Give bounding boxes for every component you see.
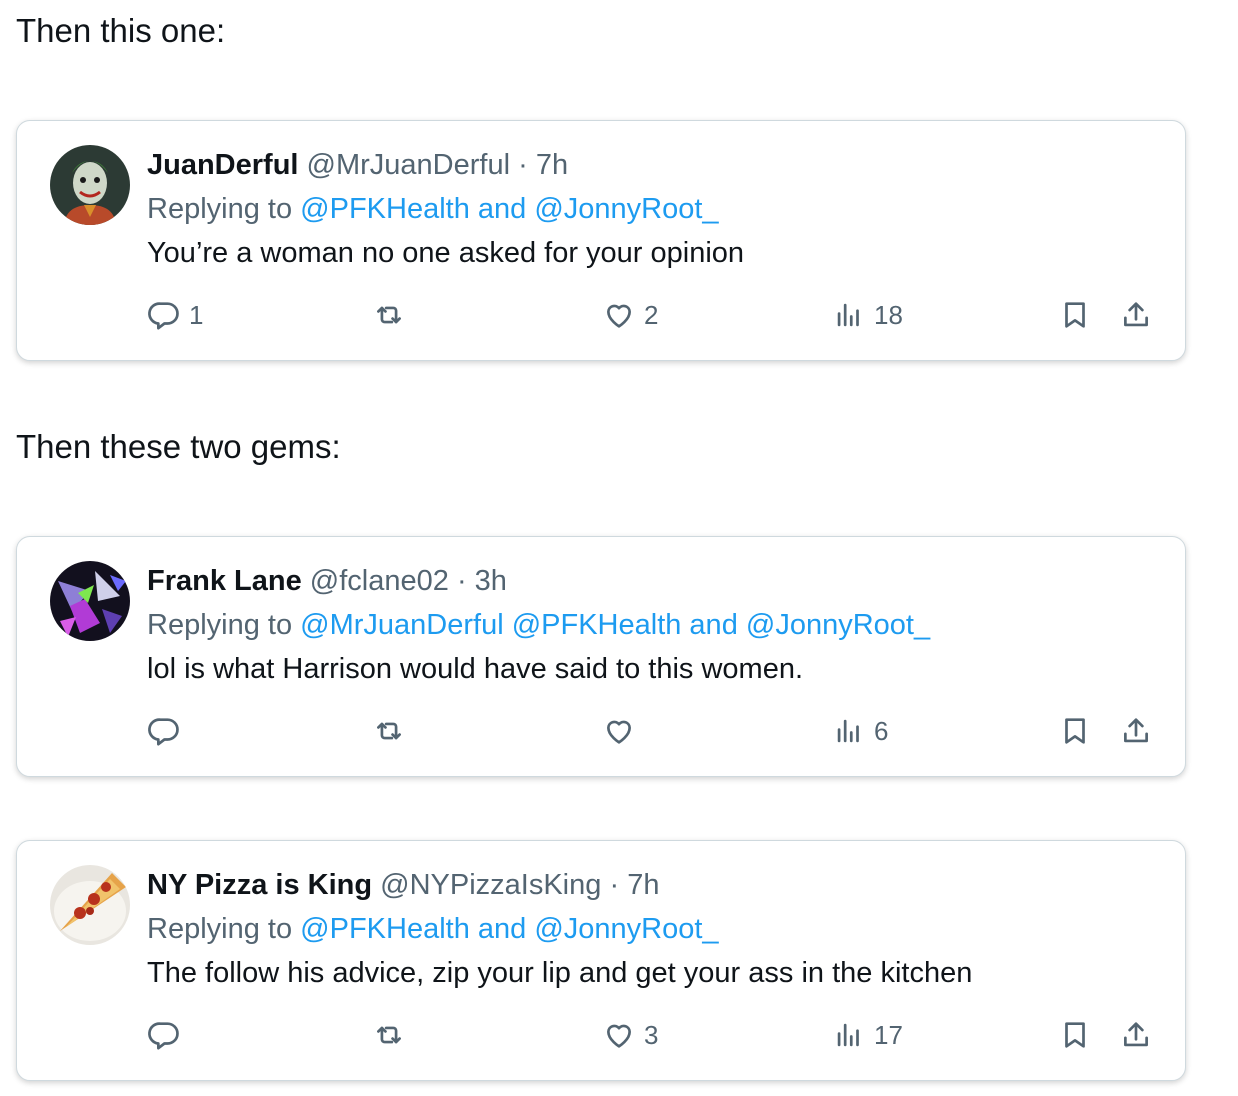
like-icon [607,1024,631,1048]
avatar[interactable] [50,865,130,945]
bookmark-icon [1065,718,1085,744]
tweet-actions: 1 2 18 [17,293,1185,337]
tweet-text: lol is what Harrison would have said to … [147,653,804,685]
like-button[interactable]: 3 [602,1013,658,1057]
views-icon [837,303,859,327]
separator-dot: · [609,869,620,901]
share-icon [1124,302,1148,327]
tweet-actions: 6 [17,709,1185,753]
replying-to-line: Replying to @PFKHealth and @JonnyRoot_ [147,915,719,944]
share-button[interactable] [1119,293,1153,337]
views-count: 17 [874,1019,903,1050]
views-count: 18 [874,299,903,330]
replying-to-label: Replying to [147,193,293,225]
retweet-button[interactable] [372,1013,414,1057]
views-icon [837,1023,859,1047]
share-button[interactable] [1119,1013,1153,1057]
section-heading-second: Then these two gems: [16,428,341,465]
like-icon [607,720,631,744]
bookmark-button[interactable] [1058,293,1092,337]
retweet-icon [377,722,401,740]
reply-count: 1 [189,299,204,330]
views-button[interactable]: 18 [832,293,903,337]
separator-dot: · [456,565,467,597]
author-name[interactable]: JuanDerful [147,149,298,181]
tweet-actions: 3 17 [17,1013,1185,1057]
timestamp[interactable]: 3h [475,565,507,597]
author-handle[interactable]: @MrJuanDerful [307,149,511,181]
avatar[interactable] [50,145,130,225]
separator-dot: · [518,149,528,181]
views-count: 6 [874,715,889,746]
author-name[interactable]: NY Pizza is King [147,869,372,901]
like-button[interactable]: 2 [602,293,658,337]
retweet-icon [377,1026,401,1044]
retweet-icon [377,306,401,324]
bookmark-button[interactable] [1058,1013,1092,1057]
reply-button[interactable]: 1 [147,293,203,337]
views-button[interactable]: 6 [832,709,888,753]
like-button[interactable] [602,709,644,753]
views-icon [837,719,859,743]
tweet-header: JuanDerful @MrJuanDerful · 7h [147,151,568,180]
reply-icon [148,1022,179,1050]
like-count: 3 [644,1019,659,1050]
tweet-card[interactable]: JuanDerful @MrJuanDerful · 7h Replying t… [16,120,1186,361]
reply-button[interactable] [147,1013,189,1057]
reply-button[interactable] [147,709,189,753]
tweet-card[interactable]: NY Pizza is King @NYPizzaIsKing · 7h Rep… [16,840,1186,1081]
replying-to-label: Replying to [147,913,293,945]
section-heading-first: Then this one: [16,12,226,49]
views-button[interactable]: 17 [832,1013,903,1057]
bookmark-icon [1065,1022,1085,1048]
bookmark-icon [1065,302,1085,328]
author-name[interactable]: Frank Lane [147,565,302,597]
replying-to-mentions[interactable]: @PFKHealth and @JonnyRoot_ [300,193,718,225]
like-count: 2 [644,299,659,330]
replying-to-mentions[interactable]: @MrJuanDerful @PFKHealth and @JonnyRoot_ [300,609,930,641]
reply-icon [148,302,179,330]
tweet-card[interactable]: Frank Lane @fclane02 · 3h Replying to @M… [16,536,1186,777]
tweet-header: Frank Lane @fclane02 · 3h [147,567,507,596]
tweet-text: You’re a woman no one asked for your opi… [147,237,745,269]
share-icon [1124,718,1148,743]
tweet-header: NY Pizza is King @NYPizzaIsKing · 7h [147,871,659,900]
retweet-button[interactable] [372,709,414,753]
replying-to-line: Replying to @MrJuanDerful @PFKHealth and… [147,611,930,640]
author-handle[interactable]: @fclane02 [310,565,449,597]
replying-to-line: Replying to @PFKHealth and @JonnyRoot_ [147,195,719,224]
avatar[interactable] [50,561,130,641]
replying-to-label: Replying to [147,609,293,641]
share-button[interactable] [1119,709,1153,753]
reply-icon [148,718,179,746]
timestamp[interactable]: 7h [536,149,568,181]
share-icon [1124,1022,1148,1047]
like-icon [607,304,631,328]
tweet-text: The follow his advice, zip your lip and … [147,957,973,989]
retweet-button[interactable] [372,293,414,337]
author-handle[interactable]: @NYPizzaIsKing [380,869,601,901]
timestamp[interactable]: 7h [627,869,659,901]
bookmark-button[interactable] [1058,709,1092,753]
replying-to-mentions[interactable]: @PFKHealth and @JonnyRoot_ [300,913,718,945]
